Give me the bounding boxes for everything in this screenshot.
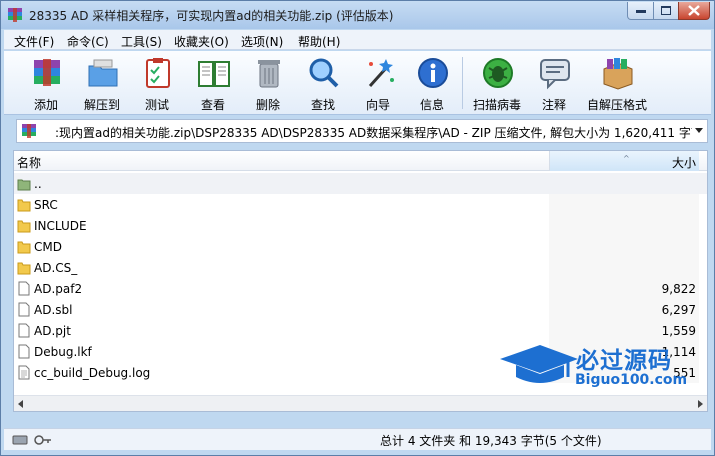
comment-icon xyxy=(540,59,570,90)
menu-help[interactable]: 帮助(H) xyxy=(298,33,340,50)
list-item[interactable]: CMD xyxy=(14,236,707,257)
minimize-icon xyxy=(635,9,646,13)
add-button[interactable]: 添加 xyxy=(25,54,67,112)
list-item[interactable]: INCLUDE xyxy=(14,215,707,236)
find-button[interactable]: 查找 xyxy=(302,54,344,112)
folder-icon xyxy=(17,220,31,233)
file-icon xyxy=(18,344,30,359)
wizard-button[interactable]: 向导 xyxy=(357,54,399,112)
add-label: 添加 xyxy=(33,98,58,112)
column-name[interactable]: 名称 xyxy=(17,154,41,171)
sfx-button[interactable]: 自解压格式 xyxy=(587,54,647,112)
column-size: 大小 xyxy=(671,156,696,170)
delete-label: 删除 xyxy=(255,98,280,112)
find-label: 查找 xyxy=(310,98,335,112)
winrar-app-icon xyxy=(8,8,22,22)
column-header: 名称 ^ 大小 xyxy=(14,151,707,171)
address-bar[interactable]: :现内置ad的相关功能.zip\DSP28335 AD\DSP28335 AD数… xyxy=(16,119,708,143)
address-path: :现内置ad的相关功能.zip\DSP28335 AD\DSP28335 AD数… xyxy=(55,126,692,140)
info-button[interactable]: 信息 xyxy=(411,54,453,112)
extract-to-label: 解压到 xyxy=(83,98,120,112)
sfx-box-icon xyxy=(603,58,633,90)
list-item[interactable]: SRC xyxy=(14,194,707,215)
list-item[interactable]: AD.CS_ xyxy=(14,257,707,278)
column-size-header[interactable]: ^ 大小 xyxy=(549,151,699,171)
info-icon xyxy=(418,58,448,88)
file-name: AD.sbl xyxy=(34,303,73,317)
file-name: CMD xyxy=(34,240,62,254)
file-icon xyxy=(18,281,30,296)
wizard-label: 向导 xyxy=(365,98,390,112)
close-button[interactable] xyxy=(678,2,710,20)
window-title: 28335 AD 采样相关程序，可实现内置ad的相关功能.zip (评估版本) xyxy=(29,9,394,23)
chevron-down-icon[interactable] xyxy=(695,128,703,133)
comment-label: 注释 xyxy=(541,98,566,112)
test-button[interactable]: 测试 xyxy=(136,54,178,112)
virus-scan-label: 扫描病毒 xyxy=(472,98,521,112)
find-magnifier-icon xyxy=(309,58,339,88)
parent-folder-icon xyxy=(17,179,31,191)
status-bar: 总计 4 文件夹 和 19,343 字节(5 个文件) xyxy=(4,428,711,450)
folder-icon xyxy=(17,199,31,212)
view-book-icon xyxy=(198,61,230,87)
file-icon xyxy=(18,323,30,338)
horizontal-scrollbar[interactable] xyxy=(14,395,707,411)
rar-window: 28335 AD 采样相关程序，可实现内置ad的相关功能.zip (评估版本) … xyxy=(0,0,715,456)
watermark: 必过源码 Biguo100.com xyxy=(498,341,698,395)
list-item-parent[interactable]: .. xyxy=(14,173,707,194)
sfx-label: 自解压格式 xyxy=(586,98,647,112)
folder-icon xyxy=(17,241,31,254)
file-name: cc_build_Debug.log xyxy=(34,366,151,380)
add-archive-icon xyxy=(34,59,60,86)
comment-button[interactable]: 注释 xyxy=(533,54,575,112)
drive-key-icon[interactable] xyxy=(12,434,52,446)
menu-tools[interactable]: 工具(S) xyxy=(121,33,162,50)
info-label: 信息 xyxy=(419,98,444,112)
file-name: Debug.lkf xyxy=(34,345,92,359)
view-button[interactable]: 查看 xyxy=(192,54,234,112)
extract-to-button[interactable]: 解压到 xyxy=(81,54,123,112)
file-name: AD.pjt xyxy=(34,324,71,338)
close-icon xyxy=(688,5,700,16)
toolbar: 添加 解压到 测试 查看 删除 查找 向导 信息 扫描病毒 注释 自解压格式 xyxy=(4,51,711,115)
file-name: .. xyxy=(34,177,42,191)
maximize-button[interactable] xyxy=(653,2,679,20)
test-label: 测试 xyxy=(144,98,169,112)
menu-file[interactable]: 文件(F) xyxy=(14,33,54,50)
file-name: AD.paf2 xyxy=(34,282,83,296)
archive-icon xyxy=(22,124,36,138)
list-item[interactable]: AD.pjt 1,559 xyxy=(14,320,707,341)
toolbar-separator xyxy=(462,57,463,109)
wizard-wand-icon xyxy=(368,59,394,88)
list-item[interactable]: AD.paf2 9,822 xyxy=(14,278,707,299)
file-icon xyxy=(18,302,30,317)
graduation-cap-logo xyxy=(500,345,578,383)
scroll-right-icon[interactable] xyxy=(698,400,703,408)
folder-icon xyxy=(17,262,31,275)
watermark-subtitle: Biguo100.com xyxy=(575,372,688,388)
minimize-button[interactable] xyxy=(627,2,654,20)
menu-favorites[interactable]: 收藏夹(O) xyxy=(174,33,229,50)
file-name: SRC xyxy=(34,198,58,212)
status-summary: 总计 4 文件夹 和 19,343 字节(5 个文件) xyxy=(380,434,602,448)
delete-button[interactable]: 删除 xyxy=(247,54,289,112)
menu-options[interactable]: 选项(N) xyxy=(241,33,283,50)
extract-to-icon xyxy=(88,59,118,87)
list-item[interactable]: AD.sbl 6,297 xyxy=(14,299,707,320)
file-name: AD.CS_ xyxy=(34,261,78,275)
scroll-left-icon[interactable] xyxy=(18,400,23,408)
maximize-icon xyxy=(661,6,671,15)
title-bar[interactable]: 28335 AD 采样相关程序，可实现内置ad的相关功能.zip (评估版本) xyxy=(1,1,714,29)
delete-trash-icon xyxy=(258,60,280,88)
menu-bar: 文件(F) 命令(C) 工具(S) 收藏夹(O) 选项(N) 帮助(H) xyxy=(4,30,711,50)
virus-scan-button[interactable]: 扫描病毒 xyxy=(473,54,521,112)
view-label: 查看 xyxy=(200,98,225,112)
text-file-icon xyxy=(18,365,30,380)
menu-command[interactable]: 命令(C) xyxy=(67,33,109,50)
virus-scan-bug-icon xyxy=(483,58,513,88)
file-name: INCLUDE xyxy=(34,219,87,233)
test-icon xyxy=(146,58,170,88)
watermark-title: 必过源码 xyxy=(576,348,672,374)
